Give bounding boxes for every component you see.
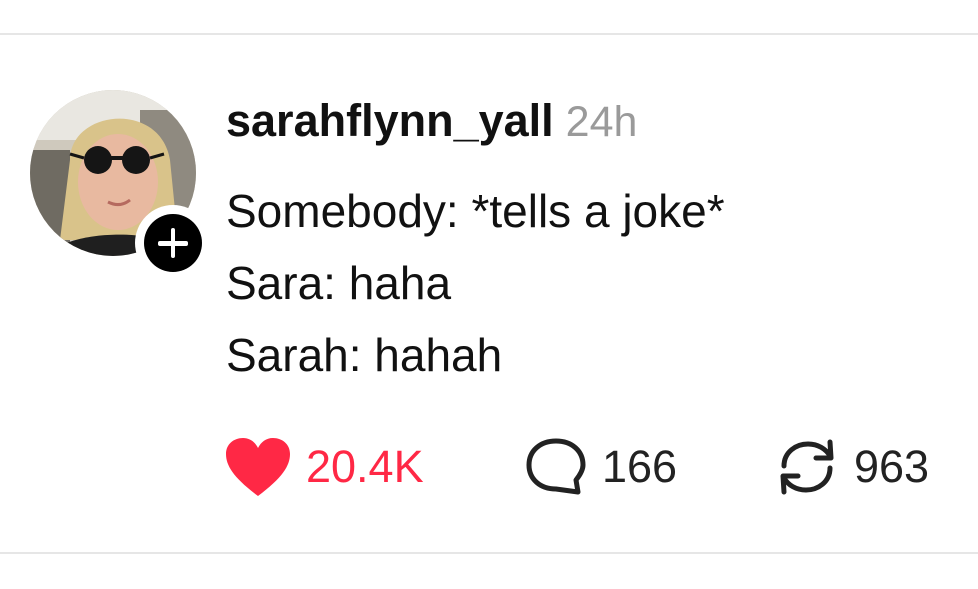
post-line: Sarah: hahah: [226, 329, 503, 381]
follow-button[interactable]: [135, 205, 211, 281]
plus-icon: [144, 214, 202, 272]
reply-count: 166: [602, 441, 678, 492]
post-line: Somebody: *tells a joke*: [226, 185, 725, 237]
heart-icon: [226, 438, 290, 496]
username[interactable]: sarahflynn_yall: [226, 95, 554, 147]
like-count: 20.4K: [306, 441, 424, 492]
post-header: sarahflynn_yall 24h: [226, 95, 637, 155]
post-line: Sara: haha: [226, 257, 452, 309]
comment-bubble-icon: [526, 438, 586, 495]
reply-button[interactable]: 166: [524, 435, 677, 499]
post-body: Somebody: *tells a joke* Sara: haha Sara…: [226, 175, 725, 391]
bottom-divider: [0, 552, 978, 554]
like-button[interactable]: 20.4K: [224, 435, 424, 499]
repost-button[interactable]: 963: [774, 435, 929, 499]
repost-count: 963: [854, 441, 930, 492]
post: sarahflynn_yall 24h Somebody: *tells a j…: [0, 35, 978, 552]
post-actions: 20.4K 166 963: [224, 435, 954, 499]
timestamp: 24h: [565, 98, 638, 146]
repost-icon: [780, 439, 834, 495]
